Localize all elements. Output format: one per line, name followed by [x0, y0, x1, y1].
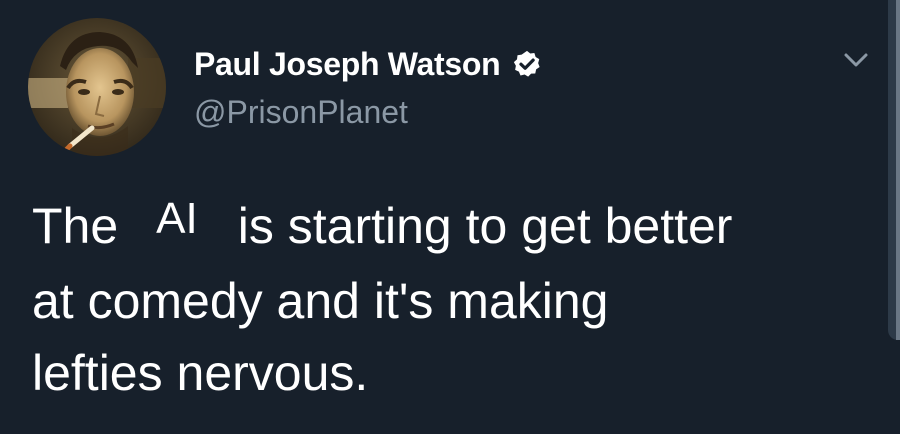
tweet-line-3: lefties nervous.	[32, 345, 369, 401]
author-name-row[interactable]: Paul Joseph Watson	[194, 44, 542, 84]
avatar-photo	[28, 18, 166, 156]
author-handle[interactable]: @PrisonPlanet	[194, 92, 408, 132]
inserted-word: AI	[156, 194, 198, 243]
scrollbar[interactable]	[888, 0, 900, 340]
author-avatar[interactable]	[28, 18, 166, 156]
tweet-text-line1-end: is starting to get better	[237, 198, 733, 254]
tweet-card: Paul Joseph Watson @PrisonPlanet The AI is…	[0, 0, 900, 434]
tweet-line-1: The AI is starting to get better	[32, 190, 872, 265]
verified-badge-icon	[512, 49, 542, 79]
tweet-line-2: at comedy and it's making	[32, 273, 609, 329]
author-display-name[interactable]: Paul Joseph Watson	[194, 44, 501, 84]
tweet-text: The AI is starting to get better at comedy…	[32, 190, 872, 409]
chevron-down-icon[interactable]	[840, 44, 872, 76]
tweet-text-start: The	[32, 198, 119, 254]
